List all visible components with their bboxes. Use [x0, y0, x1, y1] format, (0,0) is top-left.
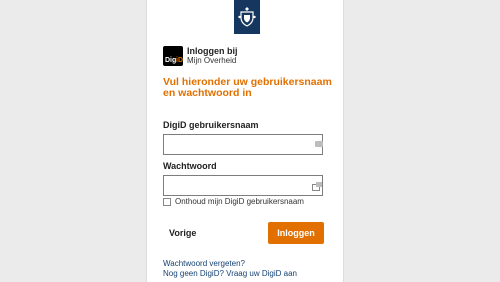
- username-input[interactable]: [163, 134, 323, 155]
- password-toggle-icon[interactable]: [312, 182, 322, 191]
- brand-subtitle: Mijn Overheid: [187, 56, 237, 65]
- request-digid-link[interactable]: Nog geen DigiD? Vraag uw DigiD aan: [163, 269, 297, 278]
- rijksoverheid-logo: [234, 0, 260, 34]
- remember-label[interactable]: Onthoud mijn DigiD gebruikersnaam: [175, 197, 304, 206]
- digid-logo-text: Dig: [165, 57, 177, 64]
- brand-title: Inloggen bij: [187, 46, 238, 56]
- password-label: Wachtwoord: [163, 161, 217, 171]
- remember-checkbox[interactable]: [163, 198, 171, 206]
- password-input[interactable]: [163, 175, 323, 196]
- form-heading: Vul hieronder uw gebruikersnaam en wacht…: [163, 76, 332, 99]
- login-card: Dig iD Inloggen bij Mijn Overheid Vul hie…: [146, 0, 344, 282]
- back-button[interactable]: Vorige: [169, 228, 196, 238]
- digid-logo: Dig iD: [163, 46, 183, 66]
- autofill-icon: [315, 141, 323, 147]
- login-button[interactable]: Inloggen: [268, 222, 324, 244]
- forgot-password-link[interactable]: Wachtwoord vergeten?: [163, 259, 245, 268]
- coat-of-arms-icon: [238, 7, 256, 27]
- digid-logo-accent: iD: [176, 57, 183, 64]
- username-label: DigiD gebruikersnaam: [163, 120, 259, 130]
